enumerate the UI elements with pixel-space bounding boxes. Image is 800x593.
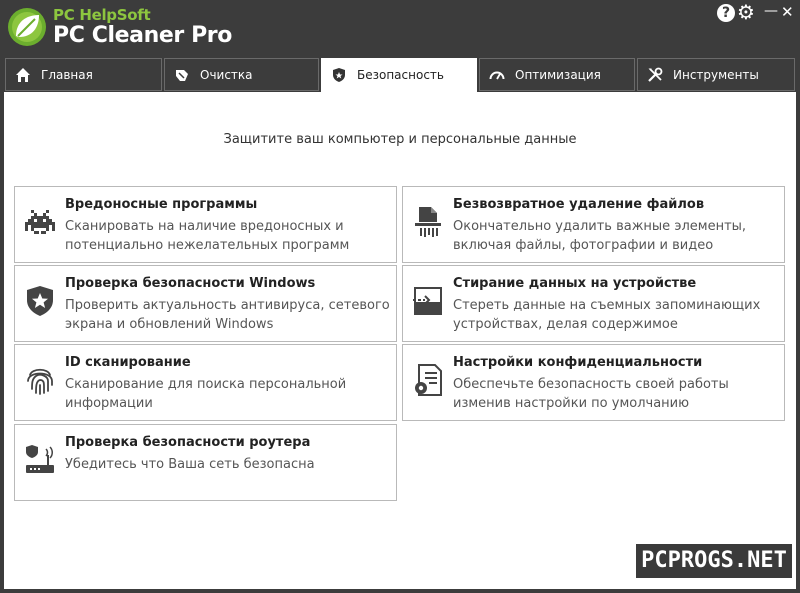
card-malware[interactable]: Вредоносные программы Сканировать на нал… — [14, 186, 397, 263]
tab-label: Безопасность — [357, 68, 444, 82]
card-description-line: изменив настройки по умолчанию — [453, 396, 690, 411]
card-description-line: Окончательно удалить важные элементы, — [453, 219, 747, 234]
tab-label: Инструменты — [673, 67, 759, 82]
card-title: Проверка безопасности роутера — [65, 435, 311, 450]
card-description-line: Сканировать на наличие вредоносных и — [65, 219, 344, 234]
card-device-wipe[interactable]: Стирание данных на устройстве Стереть да… — [402, 265, 785, 342]
document-gear-icon — [415, 364, 442, 396]
card-id-scan[interactable]: ID сканирование Сканирование для поиска … — [14, 344, 397, 421]
router-shield-icon — [26, 445, 54, 473]
app-logo-icon — [8, 8, 46, 46]
main-tab-bar: Главная Очистка Безопасность Оптимизация… — [0, 56, 800, 92]
card-title: Проверка безопасности Windows — [65, 276, 316, 291]
card-description-line: информации — [65, 396, 153, 411]
title-bar: PC HelpSoft PC Cleaner Pro ? ⚙ — ✕ — [0, 0, 800, 56]
drive-wipe-icon — [413, 287, 442, 315]
tools-icon — [648, 67, 663, 82]
tab-security[interactable]: Безопасность — [321, 58, 477, 92]
card-description: Сканирование для поиска персональной инф… — [65, 375, 390, 413]
speedometer-icon — [489, 71, 505, 79]
settings-gear-icon[interactable]: ⚙ — [737, 2, 755, 22]
tab-home[interactable]: Главная — [5, 58, 162, 91]
card-description-line: Убедитесь что Ваша сеть безопасна — [65, 457, 315, 472]
fingerprint-icon — [27, 368, 53, 395]
card-description-line: Обеспечьте безопасность своей работы — [453, 377, 729, 392]
tab-label: Оптимизация — [515, 67, 601, 82]
app-title: PC Cleaner Pro — [53, 23, 232, 48]
card-windows-security[interactable]: Проверка безопасности Windows Проверить … — [14, 265, 397, 342]
card-description: Окончательно удалить важные элементы, вк… — [453, 217, 778, 255]
shield-icon — [333, 68, 345, 82]
card-title: Стирание данных на устройстве — [453, 276, 697, 291]
card-description-line: потенциально нежелательных программ — [65, 238, 350, 253]
tab-label: Главная — [41, 67, 93, 82]
card-description: Стереть данные на съемных запоминающих у… — [453, 296, 778, 334]
card-description: Сканировать на наличие вредоносных и пот… — [65, 217, 390, 255]
card-description: Обеспечьте безопасность своей работы изм… — [453, 375, 778, 413]
card-description-line: Стереть данные на съемных запоминающих — [453, 298, 761, 313]
shredder-icon — [415, 207, 441, 237]
close-button[interactable]: ✕ — [781, 3, 794, 21]
shield-star-icon — [27, 286, 53, 316]
card-description: Убедитесь что Ваша сеть безопасна — [65, 455, 390, 474]
minimize-button[interactable]: — — [764, 2, 778, 20]
card-router-security[interactable]: Проверка безопасности роутера Убедитесь … — [14, 424, 397, 501]
card-description: Проверить актуальность антивируса, сетев… — [65, 296, 390, 334]
card-description-line: Проверить актуальность антивируса, сетев… — [65, 298, 390, 313]
security-panel: Защитите ваш компьютер и персональные да… — [4, 92, 796, 589]
card-title: Безвозвратное удаление файлов — [453, 197, 705, 212]
watermark: PCPROGS.NET — [636, 544, 792, 578]
card-file-shredder[interactable]: Безвозвратное удаление файлов Окончатель… — [402, 186, 785, 263]
card-privacy-settings[interactable]: Настройки конфиденциальности Обеспечьте … — [402, 344, 785, 421]
space-invader-icon — [25, 210, 55, 234]
tab-cleaning[interactable]: Очистка — [164, 58, 319, 91]
card-description-line: Сканирование для поиска персональной — [65, 377, 347, 392]
tab-optimization[interactable]: Оптимизация — [479, 58, 635, 91]
card-title: ID сканирование — [65, 355, 191, 370]
brand-company: PC HelpSoft — [53, 6, 151, 24]
tab-label: Очистка — [200, 67, 253, 82]
card-description-line: включая файлы, фотографии и видео — [453, 238, 714, 253]
card-title: Настройки конфиденциальности — [453, 355, 703, 370]
help-icon[interactable]: ? — [717, 4, 735, 22]
home-icon — [16, 67, 30, 82]
card-title: Вредоносные программы — [65, 197, 258, 212]
card-description-line: устройствах, делая содержимое — [453, 317, 678, 332]
tab-tools[interactable]: Инструменты — [637, 58, 795, 91]
card-description-line: экрана и обновлений Windows — [65, 317, 274, 332]
broom-icon — [176, 69, 188, 81]
page-subtitle: Защитите ваш компьютер и персональные да… — [223, 132, 577, 147]
